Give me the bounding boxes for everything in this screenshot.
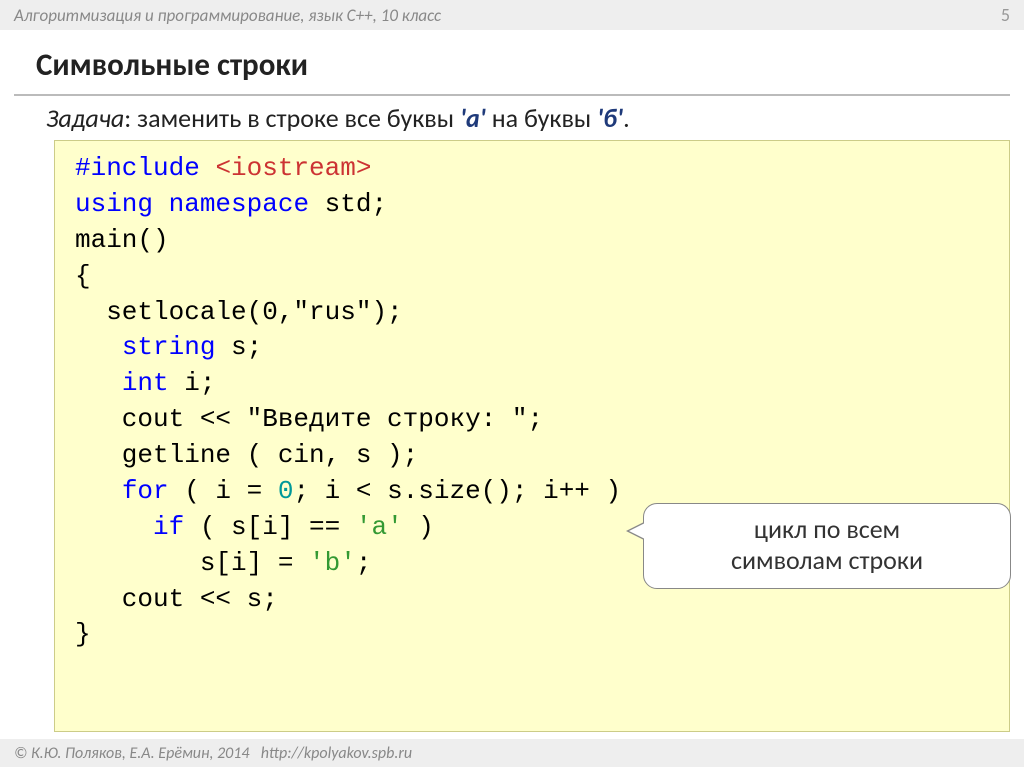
code-token: i; xyxy=(169,368,216,398)
code-token xyxy=(75,368,122,398)
code-token xyxy=(75,332,122,362)
code-token: ) xyxy=(403,512,434,542)
code-line: cout << "Введите строку: "; xyxy=(75,402,989,438)
copyright: © К.Ю. Поляков, Е.А. Ерёмин, 2014 xyxy=(14,744,250,763)
footer-url: http://kpolyakov.spb.ru xyxy=(261,744,412,763)
code-token: std; xyxy=(309,189,387,219)
code-block: #include <iostream> using namespace std;… xyxy=(54,140,1010,732)
code-token xyxy=(75,476,122,506)
code-line: setlocale(0,"rus"); xyxy=(75,295,989,331)
task-char-b: 'б' xyxy=(597,102,623,134)
task-label: Задача xyxy=(46,102,124,134)
code-token: 'а' xyxy=(356,512,403,542)
callout-line: символам строки xyxy=(662,545,992,576)
breadcrumb: Алгоритмизация и программирование, язык … xyxy=(14,5,441,26)
code-token: 0 xyxy=(278,476,294,506)
code-token: string xyxy=(122,332,216,362)
code-token: ; i < s.size(); i++ ) xyxy=(293,476,621,506)
callout-line: цикл по всем xyxy=(662,514,992,545)
code-token: ; xyxy=(356,548,372,578)
task-body: : заменить в строке все буквы xyxy=(124,102,460,134)
code-token: ( s[i] == xyxy=(184,512,356,542)
code-token: namespace xyxy=(169,189,309,219)
code-token: int xyxy=(122,368,169,398)
callout-box: цикл по всем символам строки xyxy=(643,503,1011,589)
code-line: } xyxy=(75,617,989,653)
code-line: { xyxy=(75,259,989,295)
code-token: for xyxy=(122,476,169,506)
task-description: Задача: заменить в строке все буквы 'а' … xyxy=(46,102,1024,134)
code-token: s[i] = xyxy=(75,548,309,578)
code-token: using xyxy=(75,189,153,219)
header-bar: Алгоритмизация и программирование, язык … xyxy=(0,0,1024,30)
divider xyxy=(14,94,1010,96)
code-token: s; xyxy=(215,332,262,362)
footer-bar: © К.Ю. Поляков, Е.А. Ерёмин, 2014 http:/… xyxy=(0,739,1024,767)
page-number: 5 xyxy=(1001,4,1010,26)
task-tail: . xyxy=(623,102,630,134)
code-token xyxy=(75,512,153,542)
code-line: getline ( cin, s ); xyxy=(75,438,989,474)
code-token: <iostream> xyxy=(215,153,371,183)
slide-title: Символьные строки xyxy=(36,46,1024,84)
code-token: #include xyxy=(75,153,215,183)
code-token: if xyxy=(153,512,184,542)
code-line: main() xyxy=(75,223,989,259)
code-token xyxy=(153,189,169,219)
task-mid: на буквы xyxy=(486,102,597,134)
task-char-a: 'а' xyxy=(460,102,486,134)
code-token: ( i = xyxy=(169,476,278,506)
code-token: 'b' xyxy=(309,548,356,578)
